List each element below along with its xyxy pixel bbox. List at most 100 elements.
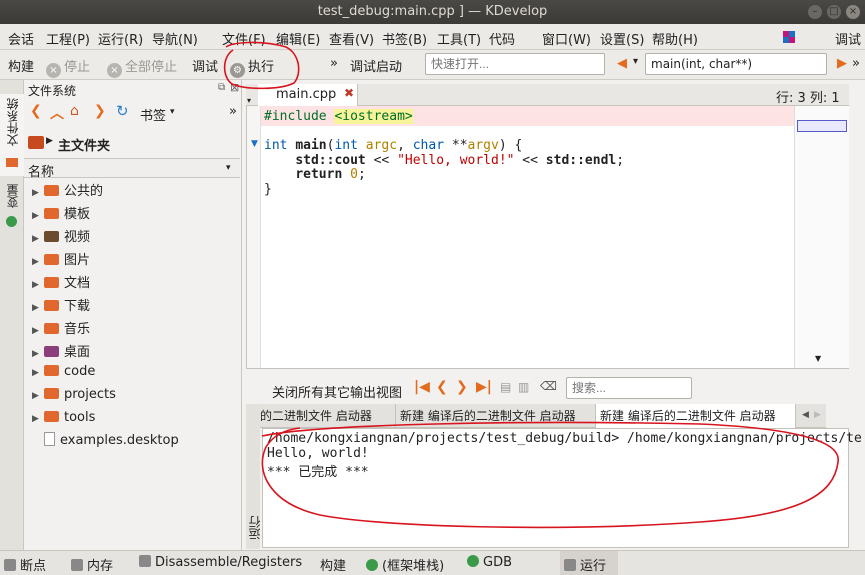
bookmarks-dropdown-icon[interactable]: ▾ <box>170 107 175 117</box>
stop-all-button[interactable]: × 全部停止 <box>107 56 177 78</box>
float-icon[interactable]: ⧉ <box>218 82 225 93</box>
tab-menu-icon[interactable]: ▾ <box>247 96 251 105</box>
statusbar-breakpoints[interactable]: 断点 <box>4 555 46 574</box>
list-item[interactable]: ▶ tools <box>32 410 95 432</box>
list-item[interactable]: ▶ code <box>32 364 95 386</box>
tab-filesystem[interactable]: 文件系统 <box>0 94 24 176</box>
debug-launch-button[interactable]: 调试启动 <box>350 56 402 75</box>
output-tab-3[interactable]: 新建 编译后的二进制文件 启动器 <box>596 404 796 428</box>
execute-button[interactable]: ⚙ 执行 <box>230 56 274 78</box>
gdb-icon <box>467 555 479 567</box>
menu-window[interactable]: 窗口(W) <box>542 29 591 48</box>
tab-main-cpp[interactable]: main.cpp ✖ <box>258 84 358 106</box>
panel-title: 文件系统 <box>28 84 77 98</box>
list-item[interactable]: ▶ 文档 <box>32 272 90 294</box>
select-all-icon[interactable]: ▥ <box>518 380 529 394</box>
build-button[interactable]: 构建 <box>8 56 34 75</box>
overflow-chevron-icon[interactable]: » <box>330 56 338 71</box>
desktop-folder-icon <box>44 346 59 357</box>
menu-navigate[interactable]: 导航(N) <box>152 29 198 48</box>
menu-run[interactable]: 运行(R) <box>98 29 143 48</box>
clear-icon[interactable]: ⌫ <box>540 379 557 393</box>
minimap-viewport[interactable] <box>797 120 847 132</box>
copy-icon[interactable]: ▤ <box>500 380 511 394</box>
list-item[interactable]: ▶ 音乐 <box>32 318 90 340</box>
list-item[interactable]: ▶ 图片 <box>32 249 90 271</box>
list-item[interactable]: ▶ 公共的 <box>32 180 103 202</box>
debug-area-tab[interactable]: 调试 <box>835 29 861 48</box>
close-panel-icon[interactable]: ⊠ <box>230 81 239 94</box>
menu-view[interactable]: 查看(V) <box>329 29 374 48</box>
context-field[interactable]: main(int, char**) <box>645 53 827 75</box>
close-tab-icon[interactable]: ✖ <box>344 86 354 100</box>
list-item[interactable]: examples.desktop <box>32 432 179 454</box>
statusbar-build[interactable]: 构建 <box>320 555 346 574</box>
back-icon[interactable]: ❮ <box>30 103 42 119</box>
menu-settings[interactable]: 设置(S) <box>600 29 644 48</box>
memory-icon <box>71 559 83 571</box>
expand-icon: ▶ <box>32 280 39 290</box>
statusbar-gdb[interactable]: GDB <box>467 555 512 570</box>
expand-icon: ▶ <box>32 326 39 336</box>
tabs-scroll-left-icon[interactable]: ◀ <box>802 410 809 420</box>
list-item[interactable]: ▶ projects <box>32 387 116 409</box>
menu-session[interactable]: 会话 <box>8 29 34 48</box>
column-header[interactable]: 名称 ▾ <box>24 158 240 180</box>
debug-button[interactable]: 调试 <box>192 56 218 75</box>
menu-help[interactable]: 帮助(H) <box>652 29 698 48</box>
list-item[interactable]: ▶ 模板 <box>32 203 90 225</box>
context-back-icon[interactable]: ◀ <box>617 56 627 71</box>
output-tab-1[interactable]: 的二进制文件 启动器 <box>256 404 396 428</box>
menu-file[interactable]: 文件(F) <box>222 29 266 48</box>
context-dropdown-icon[interactable]: ▾ <box>633 56 638 67</box>
list-item[interactable]: ▶ 桌面 <box>32 341 90 363</box>
scroll-down-icon[interactable]: ▼ <box>815 354 821 363</box>
home-icon[interactable]: ⌂ <box>70 103 79 119</box>
stop-button[interactable]: × 停止 <box>46 56 90 78</box>
bookmarks-menu[interactable]: 书签 <box>140 105 166 124</box>
statusbar-frame-stack[interactable]: (框架堆栈) <box>366 555 444 574</box>
next-icon[interactable]: ❯ <box>456 379 468 395</box>
quick-open-input[interactable] <box>425 53 605 75</box>
output-search-input[interactable] <box>566 377 692 399</box>
fold-icon[interactable]: ▼ <box>251 139 258 149</box>
editor-tab-bar: ▾ main.cpp ✖ 行: 3 列: 1 <box>246 84 849 106</box>
menu-tools[interactable]: 工具(T) <box>437 29 481 48</box>
statusbar-run[interactable]: 运行 <box>560 551 618 575</box>
output-tab-2[interactable]: 新建 编译后的二进制文件 启动器 <box>396 404 596 428</box>
menu-project[interactable]: 工程(P) <box>46 29 90 48</box>
menu-code[interactable]: 代码 <box>489 29 515 48</box>
reload-icon[interactable]: ↻ <box>116 102 129 120</box>
last-item-icon[interactable]: ▶| <box>476 379 492 395</box>
menu-bookmarks[interactable]: 书签(B) <box>382 29 427 48</box>
statusbar-disassemble[interactable]: Disassemble/Registers <box>139 555 302 570</box>
menu-edit[interactable]: 编辑(E) <box>276 29 320 48</box>
statusbar-label: 内存 <box>87 559 114 574</box>
tabs-scroll-right-icon[interactable]: ▶ <box>814 410 821 420</box>
item-label: 下载 <box>64 299 91 314</box>
minimize-icon[interactable]: – <box>808 5 822 19</box>
statusbar-memory[interactable]: 内存 <box>71 555 113 574</box>
first-item-icon[interactable]: |◀ <box>414 379 430 395</box>
previous-icon[interactable]: ❮ <box>436 379 448 395</box>
close-icon[interactable]: × <box>846 5 860 19</box>
up-icon[interactable]: ︿ <box>50 103 64 123</box>
context-forward-icon[interactable]: ▶ <box>837 56 847 71</box>
tab-variables[interactable]: 变量 <box>0 180 24 230</box>
maximize-icon[interactable]: □ <box>827 5 841 19</box>
more-icon[interactable]: » <box>229 104 237 119</box>
tab-variables-label: 变量 <box>6 184 20 208</box>
location-bar[interactable]: ▶ 主文件夹 <box>24 132 242 154</box>
folder-icon <box>44 208 59 219</box>
list-item[interactable]: ▶ 下载 <box>32 295 90 317</box>
output-tab-1-label: 的二进制文件 启动器 <box>260 409 372 423</box>
list-item[interactable]: ▶ 视频 <box>32 226 90 248</box>
minimap[interactable]: ▼ <box>794 106 849 368</box>
toolbar-more-icon[interactable]: » <box>852 56 860 71</box>
output-side-tab[interactable]: 运行 <box>246 404 262 549</box>
forward-icon[interactable]: ❯ <box>94 103 106 119</box>
folder-icon <box>44 185 59 196</box>
close-others-button[interactable]: 关闭所有其它输出视图 <box>272 382 402 401</box>
output-console[interactable]: /home/kongxiangnan/projects/test_debug/b… <box>262 428 862 548</box>
code-editor[interactable]: ▼ #include <iostream> int main(int argc,… <box>246 84 849 369</box>
